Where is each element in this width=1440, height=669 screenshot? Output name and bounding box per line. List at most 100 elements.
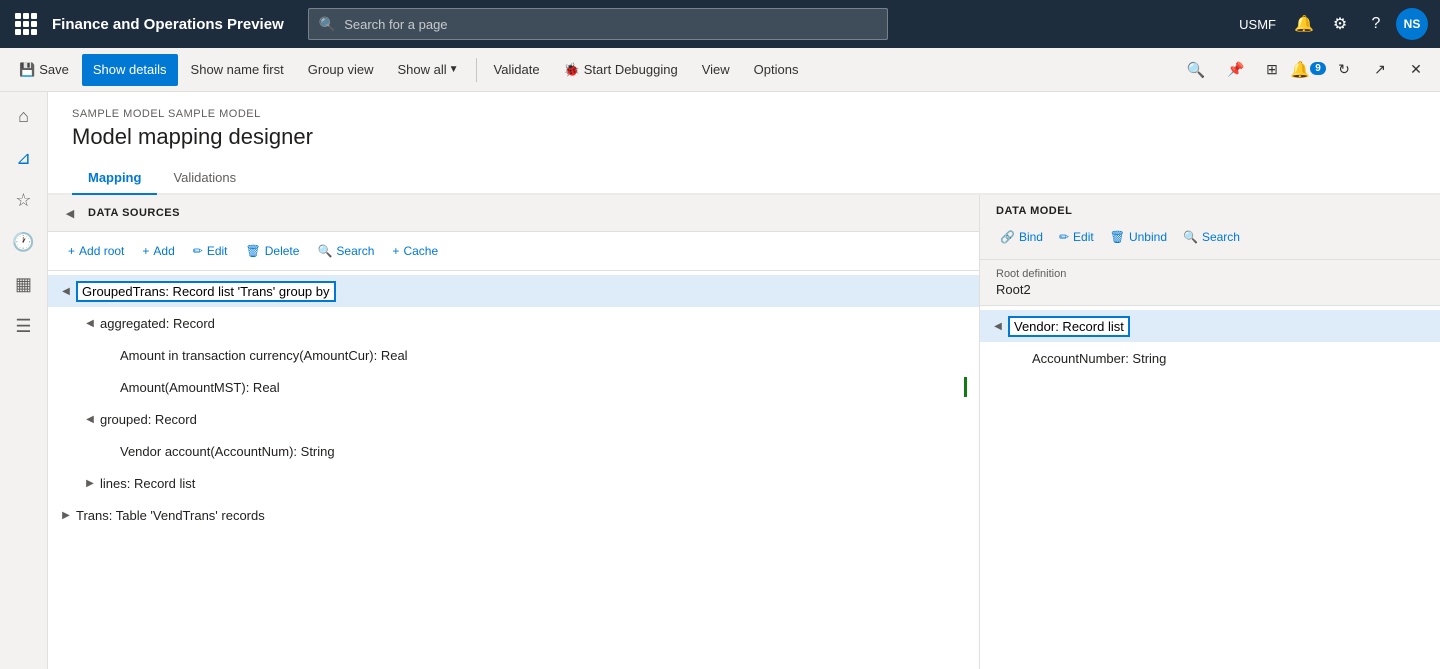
sidebar: ⌂ ⊿ ☆ 🕐 ▦ ☰ <box>0 92 48 669</box>
top-nav-right: USMF 🔔 ⚙ ? NS <box>1231 8 1428 40</box>
tree-node-aggregated[interactable]: ◀ aggregated: Record <box>48 307 979 339</box>
tree-node-vendor-account[interactable]: Vendor account(AccountNum): String <box>48 435 979 467</box>
toolbar-search-icon[interactable]: 🔍 <box>1182 56 1210 84</box>
tree-label-aggregated: aggregated: Record <box>100 316 215 331</box>
dm-search-icon: 🔍 <box>1183 230 1198 244</box>
search-input[interactable] <box>344 17 877 32</box>
ds-tree: ◀ GroupedTrans: Record list 'Trans' grou… <box>48 271 979 669</box>
show-details-button[interactable]: Show details <box>82 54 178 86</box>
pin-icon[interactable]: 📌 <box>1220 54 1252 86</box>
dm-unbind-icon: 🗑 <box>1110 230 1125 244</box>
root-definition-label: Root definition <box>996 268 1424 280</box>
ds-edit-button[interactable]: ✏ Edit <box>185 238 236 264</box>
tree-label-amount-mst: Amount(AmountMST): Real <box>120 380 280 395</box>
save-button[interactable]: 💾 Save <box>8 54 80 86</box>
notification-badge-button[interactable]: 🔔9 <box>1292 54 1324 86</box>
sidebar-recent-icon[interactable]: 🕐 <box>4 222 44 262</box>
tree-expand-lines[interactable]: ▶ <box>80 473 100 493</box>
tree-node-grouped[interactable]: ◀ grouped: Record <box>48 403 979 435</box>
dm-panel-header: DATA MODEL 🔗 Bind ✏ Edit 🗑 Unbind <box>980 195 1440 260</box>
chevron-down-icon: ▼ <box>449 64 459 75</box>
tree-node-lines[interactable]: ▶ lines: Record list <box>48 467 979 499</box>
tab-validations[interactable]: Validations <box>157 162 252 195</box>
tab-mapping[interactable]: Mapping <box>72 162 157 195</box>
dm-bind-icon: 🔗 <box>1000 230 1015 244</box>
group-view-button[interactable]: Group view <box>297 54 385 86</box>
ds-add-button[interactable]: + Add <box>134 238 182 264</box>
tree-node-grouped-trans[interactable]: ◀ GroupedTrans: Record list 'Trans' grou… <box>48 275 979 307</box>
options-button[interactable]: Options <box>743 54 810 86</box>
sidebar-favorites-icon[interactable]: ☆ <box>4 180 44 220</box>
dm-bind-button[interactable]: 🔗 Bind <box>996 225 1047 249</box>
notification-button[interactable]: 🔔 <box>1288 8 1320 40</box>
tree-label-amount-cur: Amount in transaction currency(AmountCur… <box>120 348 408 363</box>
tree-node-trans[interactable]: ▶ Trans: Table 'VendTrans' records <box>48 499 979 531</box>
ds-search-button[interactable]: 🔍 Search <box>309 238 382 264</box>
view-button[interactable]: View <box>691 54 741 86</box>
dm-panel-title: DATA MODEL <box>996 205 1424 217</box>
waffle-icon <box>15 13 37 35</box>
ds-edit-icon: ✏ <box>193 244 203 258</box>
dm-tree-node-vendor[interactable]: ◀ Vendor: Record list <box>980 310 1440 342</box>
tree-label-grouped-trans: GroupedTrans: Record list 'Trans' group … <box>76 281 336 302</box>
tree-node-amount-cur[interactable]: Amount in transaction currency(AmountCur… <box>48 339 979 371</box>
open-in-new-icon[interactable]: ↗ <box>1364 54 1396 86</box>
ds-panel-title: DATA SOURCES <box>88 207 180 219</box>
content-area: SAMPLE MODEL SAMPLE MODEL Model mapping … <box>48 92 1440 669</box>
designer: ◀ DATA SOURCES + Add root + Add ✏ Edit <box>48 195 1440 669</box>
validate-button[interactable]: Validate <box>483 54 551 86</box>
page-header: SAMPLE MODEL SAMPLE MODEL Model mapping … <box>48 92 1440 162</box>
notification-count: 9 <box>1310 62 1326 75</box>
show-name-button[interactable]: Show name first <box>180 54 295 86</box>
tree-expand-aggregated[interactable]: ◀ <box>80 313 100 333</box>
help-button[interactable]: ? <box>1360 8 1392 40</box>
root-definition-value: Root2 <box>996 282 1424 297</box>
global-search-bar[interactable]: 🔍 <box>308 8 888 40</box>
settings-button[interactable]: ⚙ <box>1324 8 1356 40</box>
show-all-button[interactable]: Show all ▼ <box>387 54 470 86</box>
root-definition-section: Root definition Root2 <box>980 260 1440 306</box>
main-layout: ⌂ ⊿ ☆ 🕐 ▦ ☰ SAMPLE MODEL SAMPLE MODEL Mo… <box>0 92 1440 669</box>
tree-expand-trans[interactable]: ▶ <box>56 505 76 525</box>
tree-expand-grouped[interactable]: ◀ <box>80 409 100 429</box>
start-debugging-button[interactable]: 🐞 Start Debugging <box>553 54 689 86</box>
toolbar-separator-1 <box>476 58 477 82</box>
tree-expand-grouped-trans[interactable]: ◀ <box>56 281 76 301</box>
ds-search-icon: 🔍 <box>317 244 332 258</box>
dm-unbind-button[interactable]: 🗑 Unbind <box>1106 225 1171 249</box>
refresh-icon[interactable]: ↻ <box>1328 54 1360 86</box>
dm-edit-icon: ✏ <box>1059 230 1069 244</box>
ds-add-icon: + <box>142 244 149 258</box>
ds-add-root-button[interactable]: + Add root <box>60 238 132 264</box>
ds-collapse-button[interactable]: ◀ <box>60 203 80 223</box>
dm-edit-button[interactable]: ✏ Edit <box>1055 225 1098 249</box>
top-navigation: Finance and Operations Preview 🔍 USMF 🔔 … <box>0 0 1440 48</box>
company-label: USMF <box>1231 17 1284 32</box>
data-model-panel: DATA MODEL 🔗 Bind ✏ Edit 🗑 Unbind <box>980 195 1440 669</box>
sidebar-list-icon[interactable]: ☰ <box>4 306 44 346</box>
ds-cache-button[interactable]: + Cache <box>384 238 446 264</box>
ds-delete-button[interactable]: 🗑 Delete <box>238 238 308 264</box>
sidebar-home-icon[interactable]: ⌂ <box>4 96 44 136</box>
ds-panel-header: ◀ DATA SOURCES <box>48 195 979 232</box>
dm-expand-vendor[interactable]: ◀ <box>988 316 1008 336</box>
debug-icon: 🐞 <box>564 62 580 78</box>
close-icon[interactable]: ✕ <box>1400 54 1432 86</box>
sidebar-workspace-icon[interactable]: ▦ <box>4 264 44 304</box>
search-icon: 🔍 <box>319 16 336 33</box>
data-sources-panel: ◀ DATA SOURCES + Add root + Add ✏ Edit <box>48 195 980 669</box>
dm-tree-node-account-number[interactable]: AccountNumber: String <box>980 342 1440 374</box>
save-icon: 💾 <box>19 62 35 78</box>
sidebar-filter-icon[interactable]: ⊿ <box>4 138 44 178</box>
binding-indicator <box>964 377 967 397</box>
expand-icon[interactable]: ⊞ <box>1256 54 1288 86</box>
tree-node-amount-mst[interactable]: Amount(AmountMST): Real <box>48 371 979 403</box>
waffle-menu[interactable] <box>12 10 40 38</box>
tabs: Mapping Validations <box>48 162 1440 195</box>
app-title: Finance and Operations Preview <box>52 16 284 33</box>
tree-label-grouped: grouped: Record <box>100 412 197 427</box>
tree-label-trans: Trans: Table 'VendTrans' records <box>76 508 265 523</box>
ds-cache-icon: + <box>392 244 399 258</box>
dm-search-button[interactable]: 🔍 Search <box>1179 225 1244 249</box>
avatar[interactable]: NS <box>1396 8 1428 40</box>
